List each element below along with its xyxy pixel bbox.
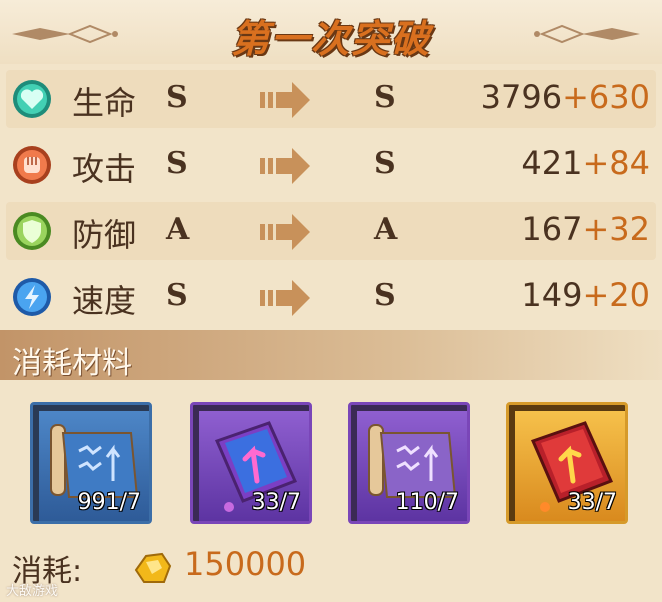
grade-from: A <box>166 212 190 247</box>
stat-row-speed: 速度 S S 149+20 <box>6 268 656 326</box>
heart-icon <box>13 80 51 118</box>
stat-value: 421+84 <box>521 144 650 182</box>
material-slot-3[interactable]: 110/7 <box>348 402 470 524</box>
fist-icon <box>13 146 51 184</box>
stat-value: 3796+630 <box>481 78 650 116</box>
stat-base: 167 <box>521 210 583 248</box>
material-slot-2[interactable]: 33/7 <box>190 402 312 524</box>
stat-value: 149+20 <box>521 276 650 314</box>
stat-base: 3796 <box>480 78 563 116</box>
stat-base: 149 <box>521 276 583 314</box>
stat-row-hp: 生命 S S 3796+630 <box>6 70 656 128</box>
watermark: 大敌游戏 <box>6 584 59 599</box>
material-count: 110/7 <box>395 490 459 515</box>
arrow-right-icon <box>260 214 310 250</box>
stat-name: 速度 <box>72 282 137 320</box>
shield-icon <box>13 212 51 250</box>
stat-name: 生命 <box>72 84 137 122</box>
grade-to: S <box>374 80 396 115</box>
materials-header-label: 消耗材料 <box>12 346 132 381</box>
stat-row-attack: 攻击 S S 421+84 <box>6 136 656 194</box>
stat-name: 防御 <box>72 216 137 254</box>
arrow-right-icon <box>260 82 310 118</box>
grade-to: A <box>374 212 398 247</box>
title-banner: 第一次突破 <box>0 0 662 64</box>
ornament-right-icon <box>534 24 640 44</box>
material-slot-1[interactable]: 991/7 <box>30 402 152 524</box>
stat-bonus: +630 <box>562 78 650 116</box>
stat-base: 421 <box>521 144 583 182</box>
material-count: 33/7 <box>567 490 617 515</box>
material-slot-4[interactable]: 33/7 <box>506 402 628 524</box>
material-count: 33/7 <box>251 490 301 515</box>
arrow-right-icon <box>260 148 310 184</box>
stat-bonus: +20 <box>582 276 650 314</box>
cost-value: 150000 <box>184 545 307 583</box>
material-count: 991/7 <box>77 490 141 515</box>
stat-value: 167+32 <box>521 210 650 248</box>
grade-to: S <box>374 278 396 313</box>
stat-row-defense: 防御 A A 167+32 <box>6 202 656 260</box>
grade-from: S <box>166 278 188 313</box>
stat-name: 攻击 <box>72 150 137 188</box>
stat-bonus: +32 <box>582 210 650 248</box>
grade-from: S <box>166 146 188 181</box>
materials-header: 消耗材料 <box>0 330 662 381</box>
lightning-icon <box>13 278 51 316</box>
breakthrough-panel: 第一次突破 生命 S S 3796+630 攻击 S S 421+84 防御 A… <box>0 0 662 602</box>
stat-bonus: +84 <box>582 144 650 182</box>
gold-coin-icon <box>134 552 172 583</box>
arrow-right-icon <box>260 280 310 316</box>
grade-from: S <box>166 80 188 115</box>
grade-to: S <box>374 146 396 181</box>
